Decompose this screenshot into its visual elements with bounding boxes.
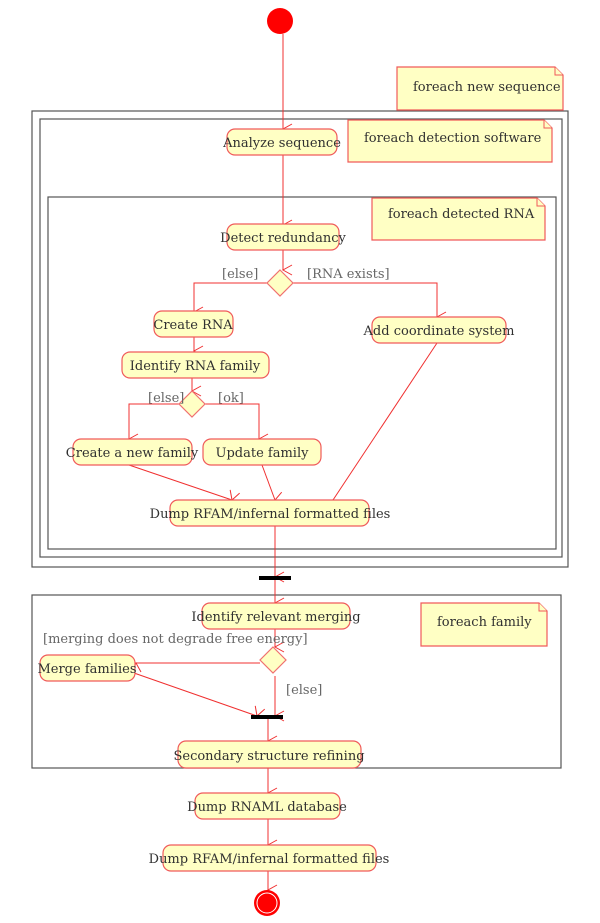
guard-family-else: [else]	[148, 391, 184, 406]
guard-rna-exists: [RNA exists]	[307, 267, 390, 282]
note-foreach-detection-software: foreach detection software	[347, 119, 553, 163]
activity-identify-relevant-merging[interactable]: Identify relevant merging	[191, 602, 361, 630]
svg-text:Secondary structure refining: Secondary structure refining	[173, 749, 364, 764]
activity-secondary-structure-refining[interactable]: Secondary structure refining	[173, 740, 365, 769]
final-node	[254, 890, 280, 916]
edge-update-family-to-dump	[261, 464, 286, 503]
svg-text:Identify RNA family: Identify RNA family	[130, 359, 261, 374]
svg-text:Dump RFAM/infernal formatted f: Dump RFAM/infernal formatted files	[150, 507, 391, 522]
activity-merge-families[interactable]: Merge families	[37, 654, 137, 682]
activity-dump-rfam-inner[interactable]: Dump RFAM/infernal formatted files	[150, 499, 391, 527]
svg-text:Dump RNAML database: Dump RNAML database	[187, 800, 347, 815]
activity-diagram: foreach new sequence foreach detection s…	[31, 8, 569, 916]
note-foreach-detected-rna: foreach detected RNA	[371, 197, 546, 241]
edge-create-family-to-dump	[128, 464, 240, 501]
edge-family-ok-to-update-family	[205, 403, 269, 445]
activity-create-rna[interactable]: Create RNA	[153, 310, 234, 338]
edge-merge-families-to-join	[133, 672, 266, 717]
svg-text:Identify relevant merging: Identify relevant merging	[191, 610, 360, 625]
svg-text:Update family: Update family	[216, 446, 310, 461]
join-bar-sequences	[259, 576, 291, 580]
note-text: foreach new sequence	[413, 80, 561, 95]
edge-decision-else-to-create-rna	[192, 282, 267, 318]
activity-identify-rna-family[interactable]: Identify RNA family	[121, 351, 270, 379]
edge-add-coord-to-dump	[332, 342, 438, 510]
decision-merging	[259, 646, 287, 674]
activity-analyze-sequence[interactable]: Analyze sequence	[222, 128, 341, 156]
svg-text:Add coordinate system: Add coordinate system	[363, 324, 515, 339]
edge-family-else-to-create-family	[127, 403, 179, 445]
decision-redundancy	[266, 269, 294, 297]
svg-text:Create RNA: Create RNA	[153, 318, 233, 333]
note-foreach-family: foreach family	[420, 602, 548, 647]
activity-detect-redundancy[interactable]: Detect redundancy	[220, 223, 347, 251]
note-text: foreach detection software	[364, 131, 542, 146]
svg-text:Dump RFAM/infernal formatted f: Dump RFAM/infernal formatted files	[149, 852, 390, 867]
edge-decision-exists-to-add-coord	[293, 282, 447, 323]
activity-update-family[interactable]: Update family	[202, 438, 322, 466]
note-text: foreach family	[437, 615, 532, 630]
svg-text:Analyze sequence: Analyze sequence	[222, 136, 341, 151]
note-text: foreach detected RNA	[388, 207, 535, 222]
activity-add-coordinate-system[interactable]: Add coordinate system	[363, 316, 515, 344]
activity-dump-rfam-final[interactable]: Dump RFAM/infernal formatted files	[149, 844, 390, 872]
activity-dump-rnaml-database[interactable]: Dump RNAML database	[187, 792, 347, 820]
guard-merging-condition: [merging does not degrade free energy]	[43, 632, 308, 647]
guard-merging-else: [else]	[286, 683, 322, 698]
initial-node	[267, 8, 293, 34]
join-bar-merging	[251, 715, 283, 719]
svg-text:Detect redundancy: Detect redundancy	[220, 231, 346, 246]
svg-text:Merge families: Merge families	[37, 662, 136, 677]
guard-family-ok: [ok]	[218, 391, 244, 406]
note-foreach-new-sequence: foreach new sequence	[396, 66, 564, 111]
guard-redundancy-else: [else]	[222, 267, 258, 282]
activity-create-new-family[interactable]: Create a new family	[66, 438, 199, 466]
svg-text:Create a new family: Create a new family	[66, 446, 199, 461]
